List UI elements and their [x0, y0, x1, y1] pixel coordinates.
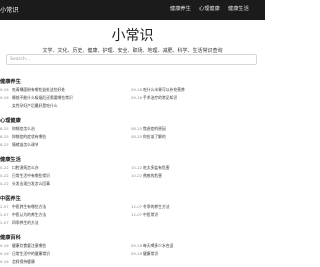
- section-title[interactable]: 健康百科: [0, 234, 21, 241]
- list-item[interactable]: 2-07 中医养生有哪些方法: [0, 204, 46, 210]
- search-input[interactable]: Search...: [6, 54, 257, 65]
- list-item[interactable]: 09-16每天喝多少水合适: [131, 243, 173, 249]
- nav-link-3[interactable]: 健康生活: [228, 5, 249, 12]
- nav-link-1[interactable]: 健康养生: [170, 5, 191, 12]
- list-item[interactable]: 9-16 吃青稞面粉有哪些益处这些好处: [0, 87, 65, 93]
- list-item[interactable]: 8-25 情绪该怎么调节: [0, 142, 39, 148]
- list-item[interactable]: 8-25 抑郁症怎么治: [0, 126, 35, 132]
- top-navbar: 小常识 健康养生 心理健康 健康生活: [0, 0, 265, 20]
- site-logo[interactable]: 小常识: [0, 5, 19, 14]
- nav-link-2[interactable]: 心理健康: [199, 5, 220, 12]
- section-title[interactable]: 心理健康: [0, 117, 21, 124]
- list-item[interactable]: 0-22 口腔溃疡怎么办: [0, 165, 39, 171]
- list-item[interactable]: 09-16吃什么水果可以补充营养: [131, 87, 185, 93]
- page-subtitle: 文学、文化、历史、健康、护理、安全、职场、地理、减肥、科学、生活常识查询: [42, 48, 223, 54]
- list-item[interactable]: 08-25你应该了解的: [131, 134, 166, 140]
- section-title[interactable]: 健康生活: [0, 156, 21, 163]
- list-item[interactable]: 2-07 中医认为的养生方法: [0, 212, 46, 218]
- list-item[interactable]: 10-22吃太多盐有危害: [131, 165, 170, 171]
- list-item[interactable]: 9-16 健康饮食要注意哪些: [0, 243, 46, 249]
- list-item[interactable]: 2-07 四季养生的方法: [0, 220, 39, 226]
- page-title: 小常识: [111, 28, 154, 44]
- section-title[interactable]: 健康养生: [0, 78, 21, 85]
- list-item[interactable]: 12-07中医常识: [131, 212, 158, 218]
- list-item[interactable]: 12-07冬季的养生方法: [131, 204, 170, 210]
- list-item[interactable]: 09-16手术治疗的常见知识: [131, 95, 177, 101]
- section-title[interactable]: 中医养生: [0, 195, 21, 202]
- list-item[interactable]: 8-25 抑郁症的症状有哪些: [0, 134, 46, 140]
- list-item[interactable]: 08-25焦虑症的原因: [131, 126, 166, 132]
- list-item[interactable]: 9-16 怎样保持健康: [0, 259, 35, 265]
- list-item[interactable]: 10-22熬夜的危害: [131, 173, 162, 179]
- list-item[interactable]: 0-22 日常生活中有哪些常识: [0, 173, 50, 179]
- list-item[interactable]: 女性孕妇产后最好是吃什么: [0, 103, 58, 109]
- list-item[interactable]: 9-16 睡前不能什么吸烟后还需要哪些常识: [0, 95, 73, 101]
- list-item[interactable]: 09-16健康常识: [131, 251, 158, 257]
- list-item[interactable]: 9-16 日常生活中的健康常识: [0, 251, 50, 257]
- list-item[interactable]: 0-22 头发出现白发怎么回事: [0, 181, 50, 187]
